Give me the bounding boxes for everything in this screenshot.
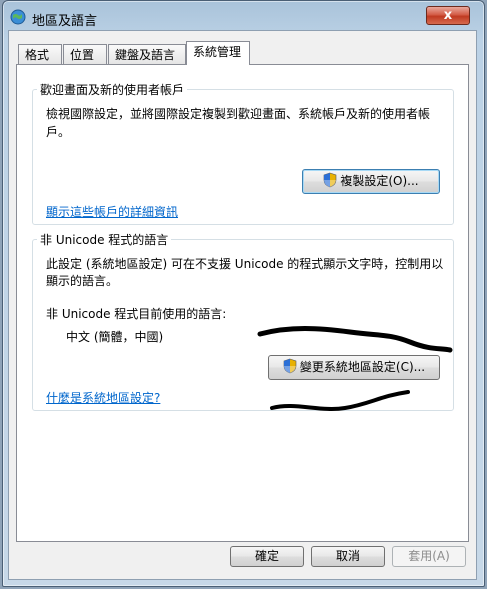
unicode-group-title: 非 Unicode 程式的語言 [37, 231, 172, 248]
scribble-annotation [257, 326, 453, 411]
welcome-description-line2: 戶。 [46, 125, 71, 139]
copy-settings-button[interactable]: 複製設定(O)... [302, 169, 440, 194]
uac-shield-icon [324, 172, 337, 188]
account-details-link[interactable]: 顯示這些帳戶的詳細資訊 [46, 203, 178, 220]
window-title: 地區及語言 [32, 14, 98, 29]
tab-formats[interactable]: 格式 [18, 44, 62, 64]
globe-icon [10, 9, 26, 25]
ok-button[interactable]: 確定 [230, 546, 304, 567]
system-locale-help-link[interactable]: 什麼是系統地區設定? [46, 389, 160, 406]
copy-settings-label: 複製設定(O)... [340, 174, 419, 188]
tab-location[interactable]: 位置 [63, 44, 107, 64]
unicode-description-line2: 顯示的語言。 [46, 274, 119, 288]
apply-button[interactable]: 套用(A) [392, 546, 466, 567]
unicode-description-line1: 此設定 (系統地區設定) 可在不支援 Unicode 的程式顯示文字時，控制用以 [46, 257, 444, 271]
welcome-group-title: 歡迎畫面及新的使用者帳戶 [37, 81, 188, 98]
tab-administrative[interactable]: 系統管理 [186, 41, 250, 65]
tab-keyboards-languages[interactable]: 鍵盤及語言 [108, 44, 186, 64]
current-language-label: 非 Unicode 程式目前使用的語言: [46, 307, 227, 321]
welcome-description-line1: 檢視國際設定，並將國際設定複製到歡迎畫面、系統帳戶及新的使用者帳 [46, 107, 431, 121]
close-button[interactable]: x [426, 6, 470, 25]
current-language-value: 中文 (簡體，中國) [66, 330, 164, 344]
cancel-button[interactable]: 取消 [311, 546, 385, 567]
